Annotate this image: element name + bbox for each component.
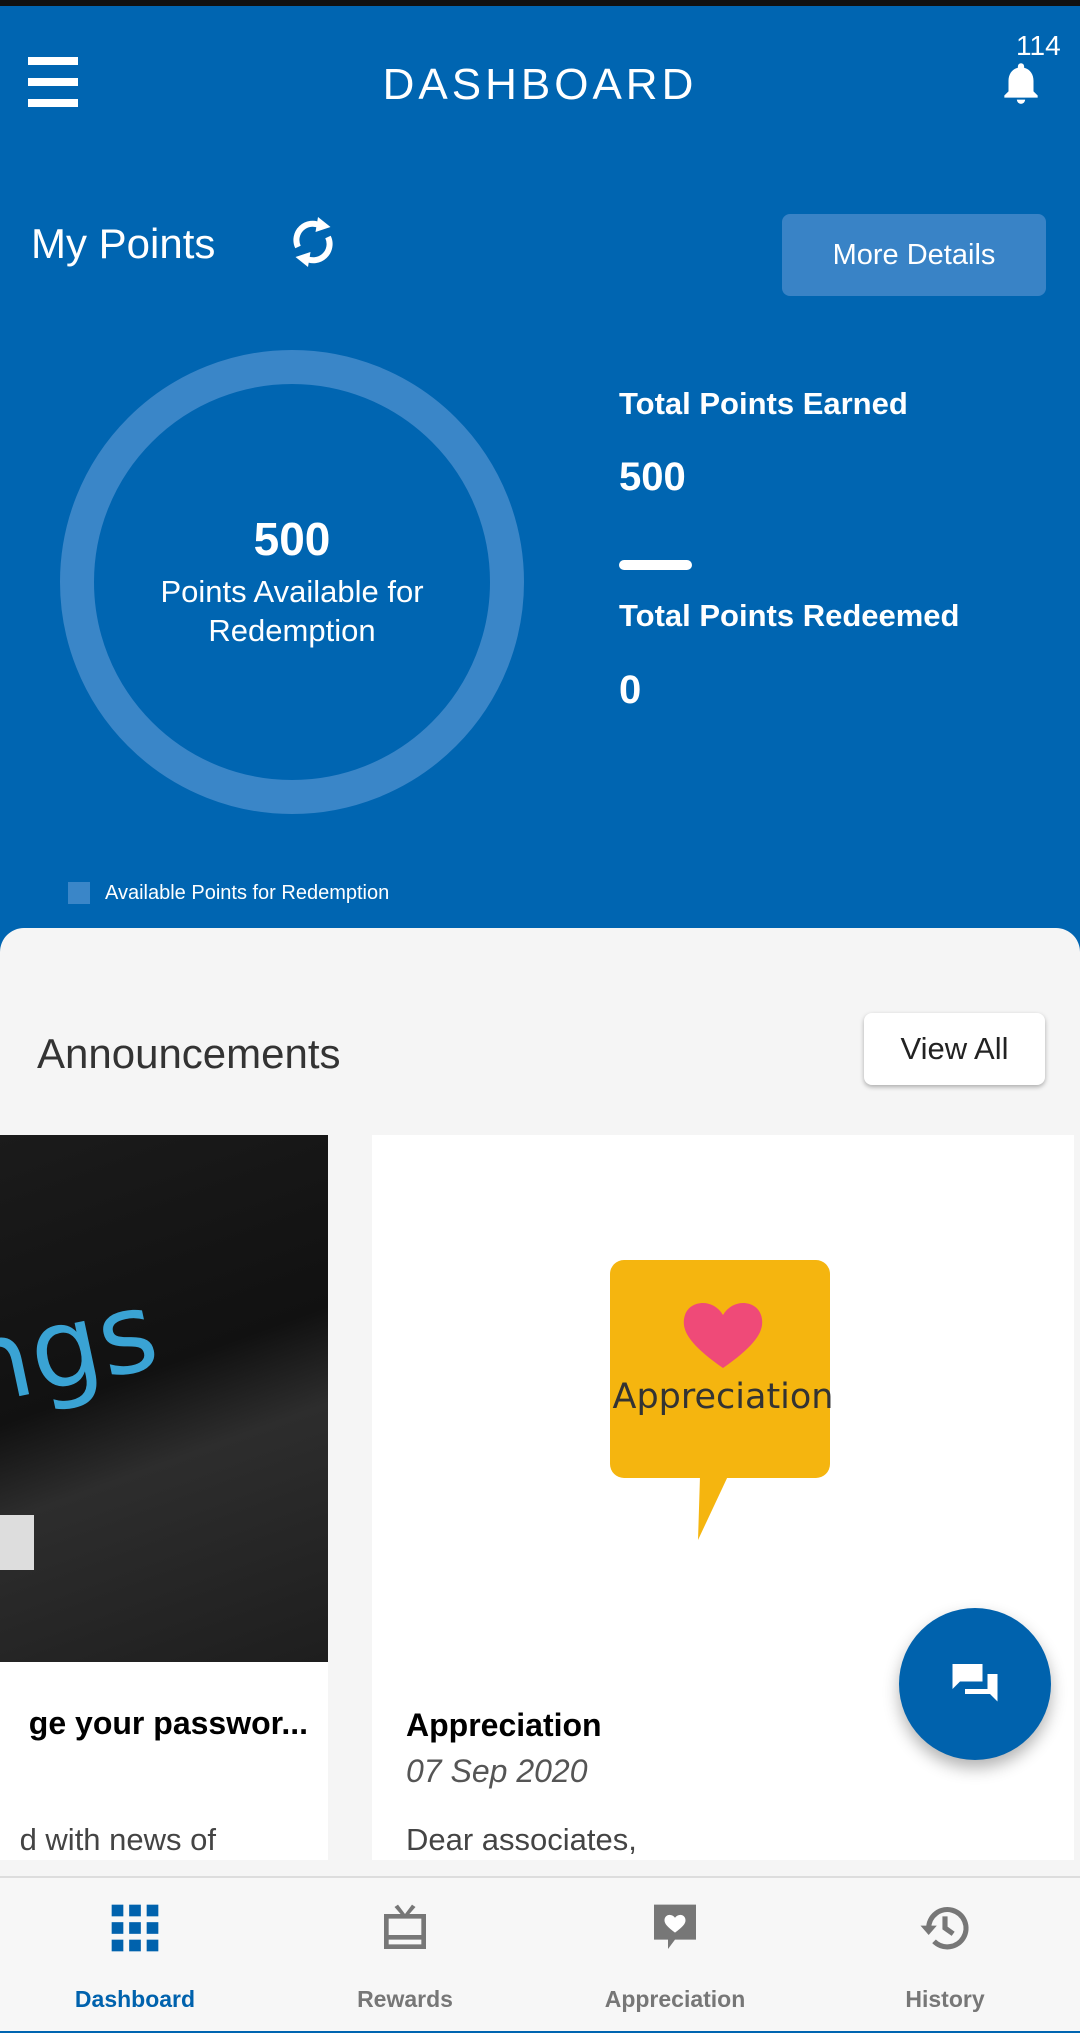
- total-earned-label: Total Points Earned: [619, 386, 908, 421]
- card-title: Appreciation: [406, 1707, 602, 1743]
- legend-swatch: [68, 882, 90, 904]
- nav-label: Rewards: [357, 1986, 453, 2012]
- bottom-nav: Dashboard Rewards Appreciation History: [0, 1876, 1080, 2031]
- nav-rewards[interactable]: Rewards: [270, 1878, 540, 2033]
- more-details-button[interactable]: More Details: [782, 214, 1046, 296]
- nav-label: History: [905, 1986, 985, 2012]
- card-title: ge your passwor...: [28, 1705, 308, 1741]
- status-bar: [0, 0, 1080, 6]
- nav-history[interactable]: History: [810, 1878, 1080, 2033]
- chat-fab[interactable]: [899, 1608, 1051, 1760]
- gift-card-icon: [384, 1904, 426, 1949]
- refresh-icon[interactable]: [283, 212, 343, 272]
- nav-label: Dashboard: [74, 1986, 196, 2012]
- card-date: 07 Sep 2020: [406, 1753, 588, 1789]
- nav-label: Appreciation: [604, 1986, 746, 2012]
- card-body: d with news of: [19, 1822, 216, 1857]
- announcement-card[interactable]: ngs ge your passwor... d with news of: [0, 1135, 328, 1860]
- heart-chat-icon: [654, 1904, 696, 1949]
- page-title: DASHBOARD: [382, 60, 698, 109]
- my-points-title: My Points: [31, 220, 216, 267]
- available-points-label: Points Available for Redemption: [160, 574, 424, 648]
- settings-image: ngs: [0, 1135, 328, 1662]
- total-redeemed-value: 0: [619, 668, 642, 712]
- legend-label: Available Points for Redemption: [105, 882, 390, 904]
- grid-icon: [111, 1904, 159, 1952]
- bell-icon[interactable]: [996, 58, 1046, 108]
- available-points-value: 500: [253, 513, 331, 565]
- view-all-button[interactable]: View All: [864, 1013, 1045, 1085]
- appreciation-image: Appreciation: [610, 1260, 834, 1540]
- announcements-title: Announcements: [37, 1030, 341, 1077]
- total-redeemed-label: Total Points Redeemed: [619, 598, 960, 633]
- appreciation-image-text: Appreciation: [613, 1377, 834, 1417]
- history-icon: [920, 1906, 969, 1950]
- card-body: Dear associates,: [406, 1822, 637, 1857]
- divider: [619, 560, 692, 570]
- total-earned-value: 500: [619, 455, 686, 499]
- nav-appreciation[interactable]: Appreciation: [540, 1878, 810, 2033]
- nav-dashboard[interactable]: Dashboard: [0, 1878, 270, 2033]
- chat-icon: [952, 1664, 998, 1702]
